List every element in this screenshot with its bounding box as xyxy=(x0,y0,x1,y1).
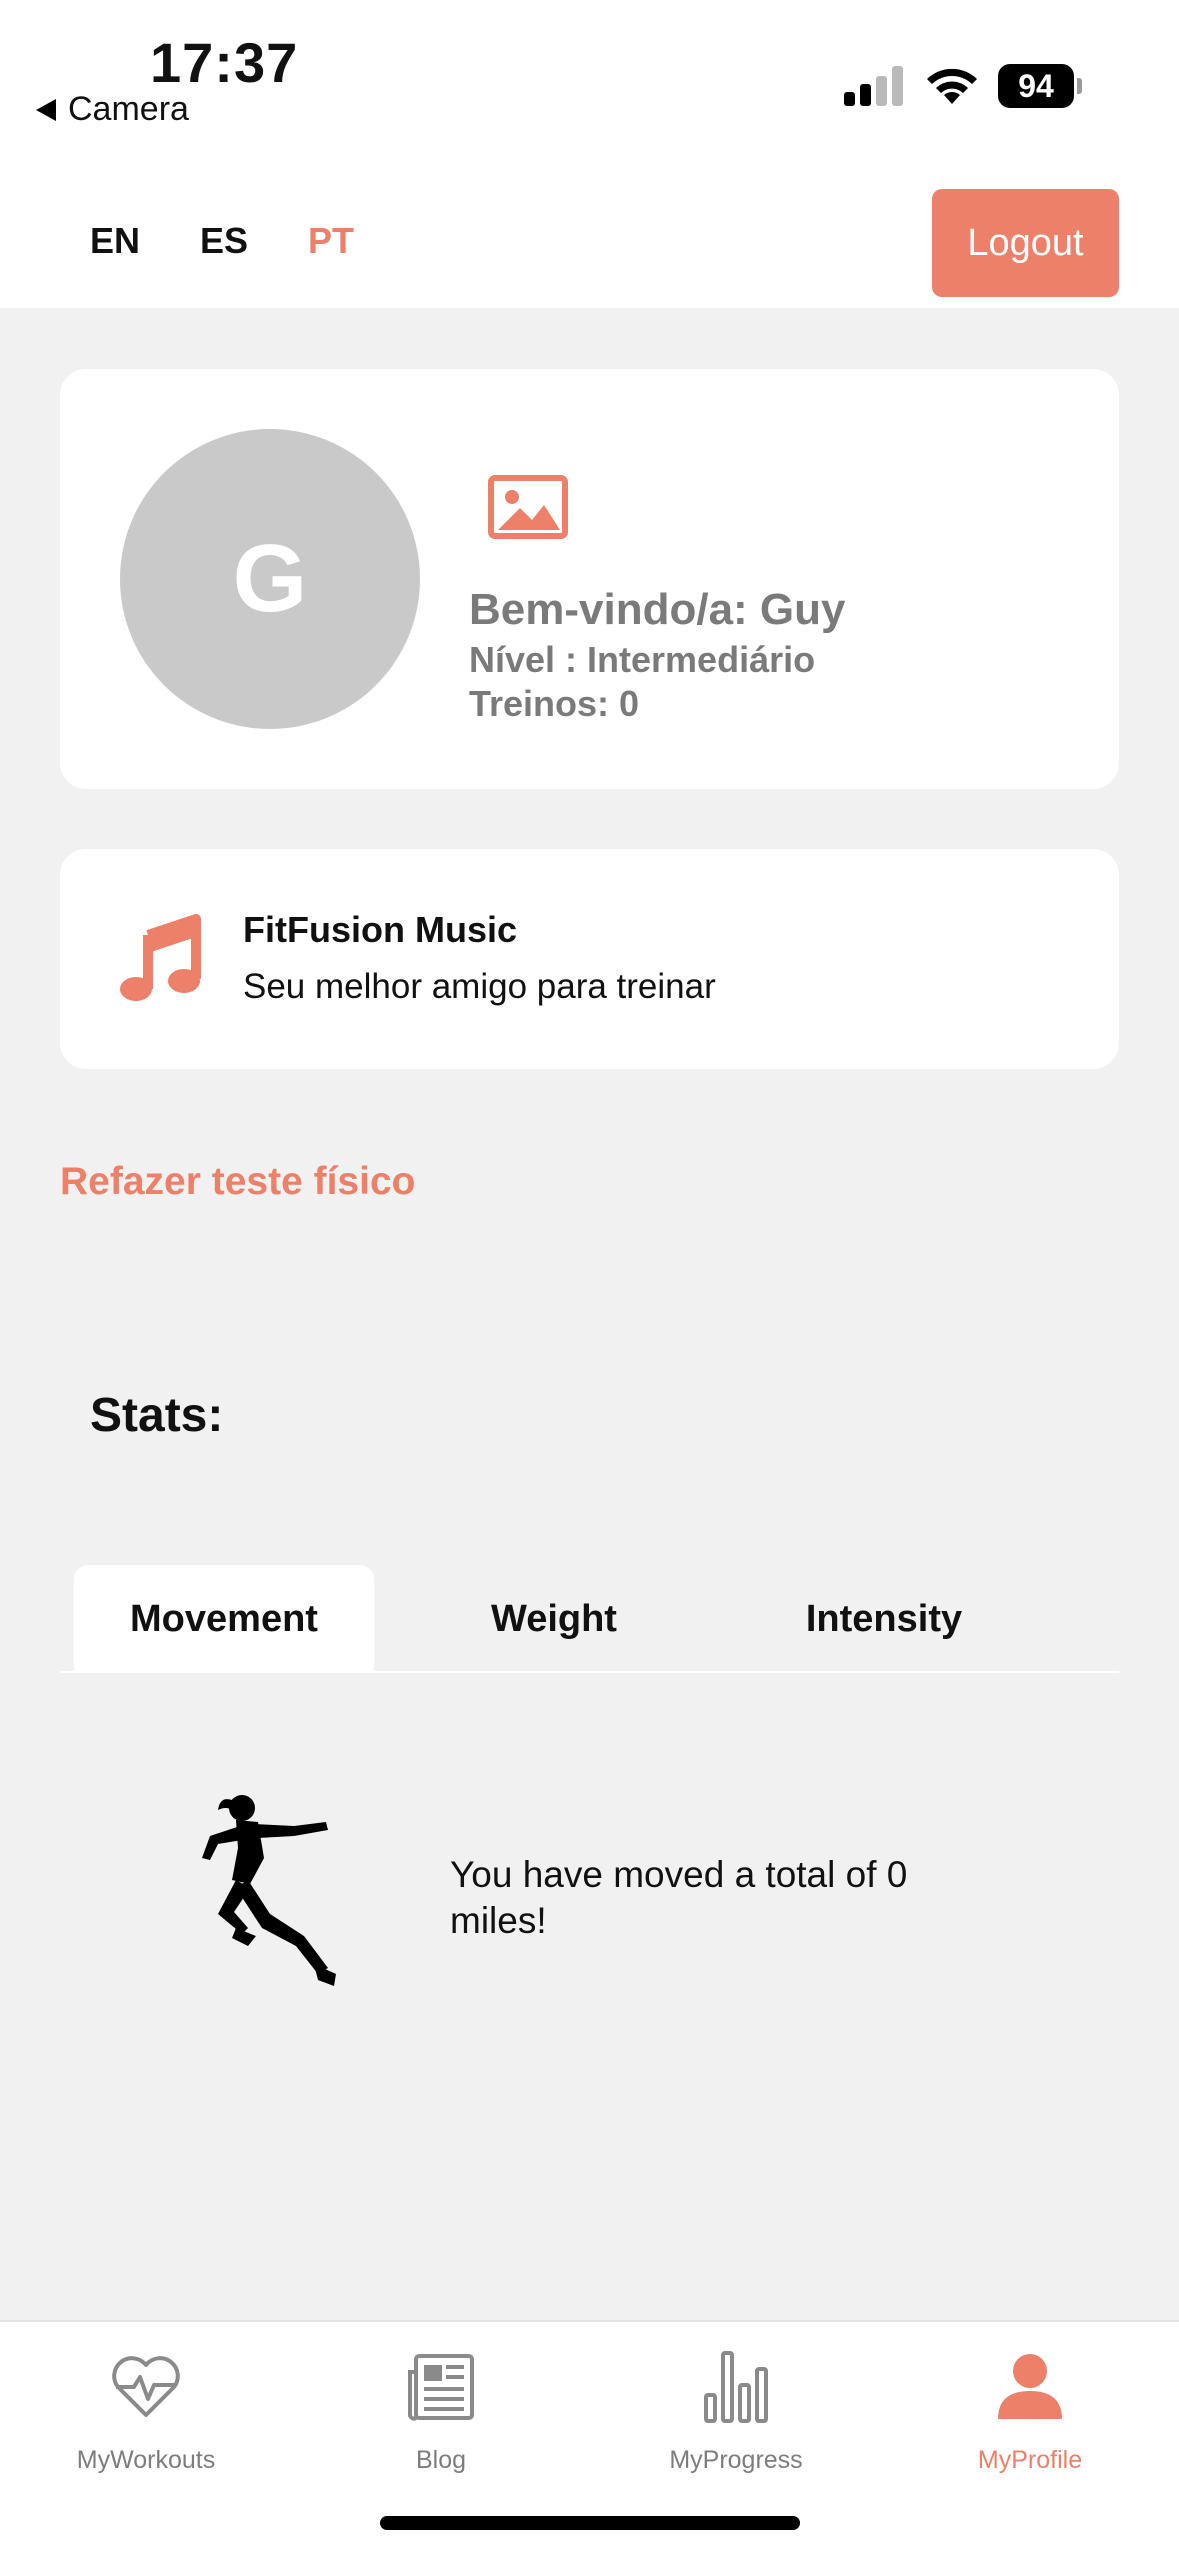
level-text: Nível : Intermediário xyxy=(469,639,816,680)
workouts-count: Treinos: 0 xyxy=(469,683,640,724)
welcome-text: Bem-vindo/a: Guy xyxy=(469,585,846,634)
tabs-divider xyxy=(60,1671,1119,1673)
nav-blog[interactable]: Blog xyxy=(321,2342,561,2475)
retest-link[interactable]: Refazer teste físico xyxy=(60,1160,415,1204)
profile-card: G Bem-vindo/a: Guy Nível : Intermediário… xyxy=(60,369,1119,789)
music-subtitle: Seu melhor amigo para treinar xyxy=(243,967,716,1006)
runner-icon xyxy=(202,1795,336,1986)
battery-indicator: 94 xyxy=(998,64,1074,108)
nav-label: Blog xyxy=(415,2446,467,2474)
stats-title: Stats: xyxy=(90,1389,224,1442)
image-icon[interactable] xyxy=(488,475,568,539)
music-note-icon xyxy=(120,914,201,1001)
avatar[interactable]: G xyxy=(120,429,420,729)
tab-intensity[interactable]: Intensity xyxy=(734,1565,1034,1673)
nav-myworkouts[interactable]: MyWorkouts xyxy=(26,2342,266,2475)
music-title: FitFusion Music xyxy=(243,909,517,950)
nav-label: MyProgress xyxy=(669,2446,803,2474)
tab-movement[interactable]: Movement xyxy=(74,1565,374,1673)
user-icon xyxy=(998,2354,1062,2419)
tab-weight[interactable]: Weight xyxy=(404,1565,704,1673)
nav-label: MyProfile xyxy=(977,2446,1083,2474)
status-time: 17:37 xyxy=(150,31,299,94)
music-card[interactable]: FitFusion Music Seu melhor amigo para tr… xyxy=(60,849,1119,1069)
language-en[interactable]: EN xyxy=(90,220,140,262)
cellular-signal-icon xyxy=(844,66,904,106)
wifi-icon xyxy=(927,68,977,104)
newspaper-icon xyxy=(408,2354,474,2421)
status-bar: 17:37 Camera 94 xyxy=(0,0,1179,180)
language-pt[interactable]: PT xyxy=(308,220,354,262)
heart-pulse-icon xyxy=(112,2356,180,2417)
bar-chart-icon xyxy=(704,2351,768,2423)
nav-myprogress[interactable]: MyProgress xyxy=(616,2342,856,2475)
back-to-app-link[interactable]: Camera xyxy=(36,90,189,129)
back-app-label: Camera xyxy=(68,90,189,128)
battery-tip xyxy=(1077,78,1082,94)
language-bar: EN ES PT Logout xyxy=(0,180,1179,308)
logout-button[interactable]: Logout xyxy=(932,189,1119,297)
nav-myprofile[interactable]: MyProfile xyxy=(910,2342,1150,2475)
home-indicator xyxy=(380,2516,800,2530)
movement-summary: You have moved a total of 0 miles! xyxy=(450,1854,908,1941)
nav-label: MyWorkouts xyxy=(76,2446,216,2474)
language-es[interactable]: ES xyxy=(200,220,248,262)
back-arrow-icon xyxy=(36,98,56,121)
